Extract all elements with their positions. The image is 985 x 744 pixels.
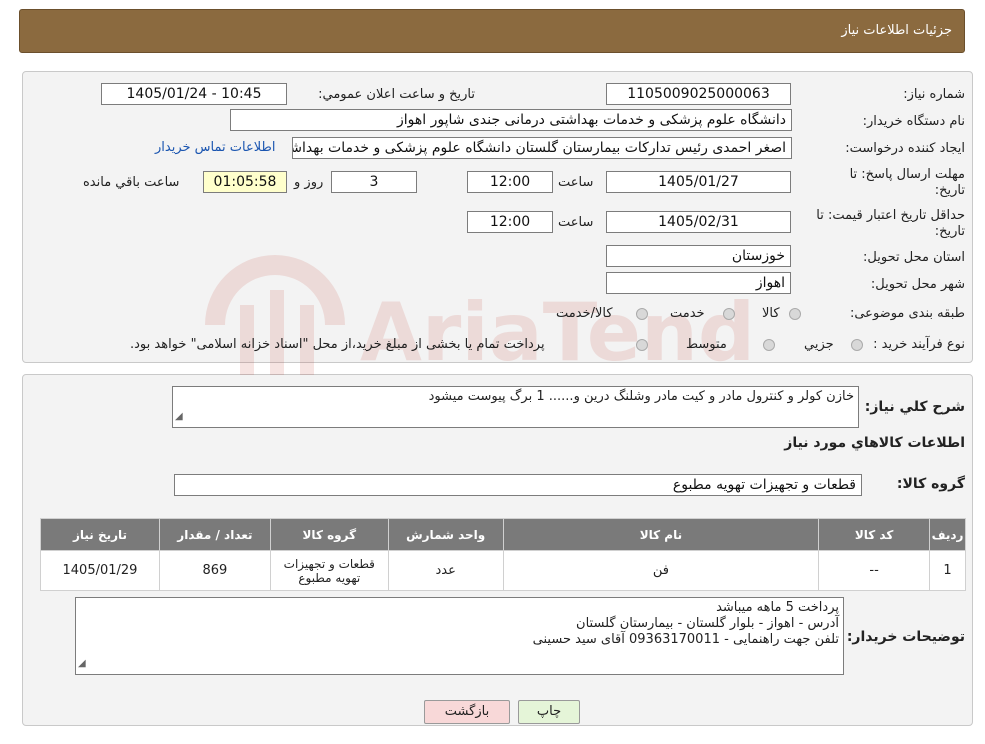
days-label: روز و [294, 175, 324, 190]
city-field: اهواز [606, 272, 791, 294]
summary-label: شرح کلي نياز: [864, 399, 965, 415]
cell-row-num: 1 [929, 550, 966, 591]
group-label: گروه کالا: [896, 476, 965, 492]
buyer-contact-link[interactable]: اطلاعات تماس خريدار [155, 140, 275, 155]
table-row: 1 -- فن عدد قطعات و تجهیزات تهویه مطبوع … [40, 550, 966, 591]
col-header-row-num: رديف [929, 518, 966, 551]
buyer-note-line: آدرس - اهواز - بلوار گلستان - بیمارستان … [576, 616, 839, 631]
print-button[interactable]: چاپ [518, 700, 580, 724]
remaining-time-label: ساعت باقي مانده [83, 175, 180, 190]
province-label: استان محل تحويل: [863, 250, 965, 265]
items-table: رديف کد کالا نام کالا واحد شمارش گروه کا… [40, 518, 966, 591]
treasury-checkbox[interactable] [636, 339, 648, 351]
category-goods-radio[interactable] [789, 308, 801, 320]
validity-date-field: 1405/02/31 [606, 211, 791, 233]
remaining-time-field: 01:05:58 [203, 171, 287, 193]
page-header: جزئیات اطلاعات نیاز [19, 9, 965, 53]
deadline-time-field: 12:00 [467, 171, 553, 193]
category-goods-label: کالا [762, 306, 780, 321]
need-number-label: شماره نیاز: [903, 87, 965, 102]
buyer-org-label: نام دستگاه خريدار: [862, 114, 965, 129]
category-both-label: کالا/خدمت [556, 306, 613, 321]
buyer-note-line: تلفن جهت راهنمایی - 09363170011 آقای سید… [532, 632, 839, 647]
category-service-label: خدمت [670, 306, 705, 321]
validity-time-field: 12:00 [467, 211, 553, 233]
announce-label: تاریخ و ساعت اعلان عمومي: [318, 87, 475, 102]
deadline-time-label: ساعت [558, 175, 594, 190]
col-header-quantity: تعداد / مقدار [158, 518, 271, 551]
buyer-org-field: دانشگاه علوم پزشکی و خدمات بهداشتی درمان… [230, 109, 792, 131]
buyer-note-line: پرداخت 5 ماهه میباشد [716, 600, 839, 615]
page-title: جزئیات اطلاعات نیاز [841, 23, 952, 38]
col-header-date: تاريخ نياز [40, 518, 160, 551]
cell-code: -- [818, 550, 931, 591]
deadline-label-date: تاريخ: [934, 183, 965, 198]
days-remaining-field: 3 [331, 171, 417, 193]
col-header-code: کد کالا [818, 518, 931, 551]
table-header-row: رديف کد کالا نام کالا واحد شمارش گروه کا… [40, 518, 966, 551]
resize-grip-icon[interactable]: ◢ [175, 409, 183, 425]
summary-text: خازن کولر و کنترول مادر و کیت مادر وشلنگ… [428, 389, 854, 404]
cell-quantity: 869 [158, 550, 271, 591]
process-minor-radio[interactable] [851, 339, 863, 351]
deadline-label: مهلت ارسال پاسخ: تا [849, 167, 965, 182]
announce-datetime-field: 1405/01/24 - 10:45 [101, 83, 287, 105]
city-label: شهر محل تحويل: [870, 277, 965, 292]
back-button[interactable]: بازگشت [424, 700, 510, 724]
items-heading: اطلاعات کالاهاي مورد نياز [784, 435, 965, 451]
process-medium-radio[interactable] [763, 339, 775, 351]
cell-unit: عدد [387, 550, 504, 591]
cell-group: قطعات و تجهیزات تهویه مطبوع [269, 550, 389, 591]
category-both-radio[interactable] [636, 308, 648, 320]
validity-label-date: تاريخ: [934, 224, 965, 239]
creator-label: ايجاد کننده درخواست: [845, 141, 965, 156]
need-number-field: 1105009025000063 [606, 83, 791, 105]
summary-textarea[interactable]: خازن کولر و کنترول مادر و کیت مادر وشلنگ… [172, 386, 859, 428]
col-header-unit: واحد شمارش [387, 518, 504, 551]
process-label: نوع فرآيند خريد : [873, 337, 965, 352]
validity-label: حداقل تاريخ اعتبار قيمت: تا [816, 208, 965, 223]
category-service-radio[interactable] [723, 308, 735, 320]
deadline-date-field: 1405/01/27 [606, 171, 791, 193]
process-minor-label: جزيي [804, 337, 834, 352]
cell-name: فن [502, 550, 820, 591]
col-header-name: نام کالا [502, 518, 820, 551]
group-field: قطعات و تجهیزات تهویه مطبوع [174, 474, 862, 496]
col-header-group: گروه کالا [269, 518, 389, 551]
process-note: پرداخت تمام يا بخشی از مبلغ خريد،از محل … [130, 337, 545, 352]
cell-date: 1405/01/29 [40, 550, 160, 591]
resize-grip-icon[interactable]: ◢ [78, 656, 86, 672]
process-medium-label: متوسط [686, 337, 727, 352]
category-label: طبقه بندی موضوعی: [849, 306, 965, 321]
province-field: خوزستان [606, 245, 791, 267]
buyer-notes-label: توضيحات خريدار: [846, 629, 965, 645]
creator-field: اصغر احمدی رئیس تداركات بیمارستان گلستان… [292, 137, 792, 159]
validity-time-label: ساعت [558, 215, 594, 230]
buyer-notes-textarea[interactable]: پرداخت 5 ماهه میباشد آدرس - اهواز - بلوا… [75, 597, 844, 675]
